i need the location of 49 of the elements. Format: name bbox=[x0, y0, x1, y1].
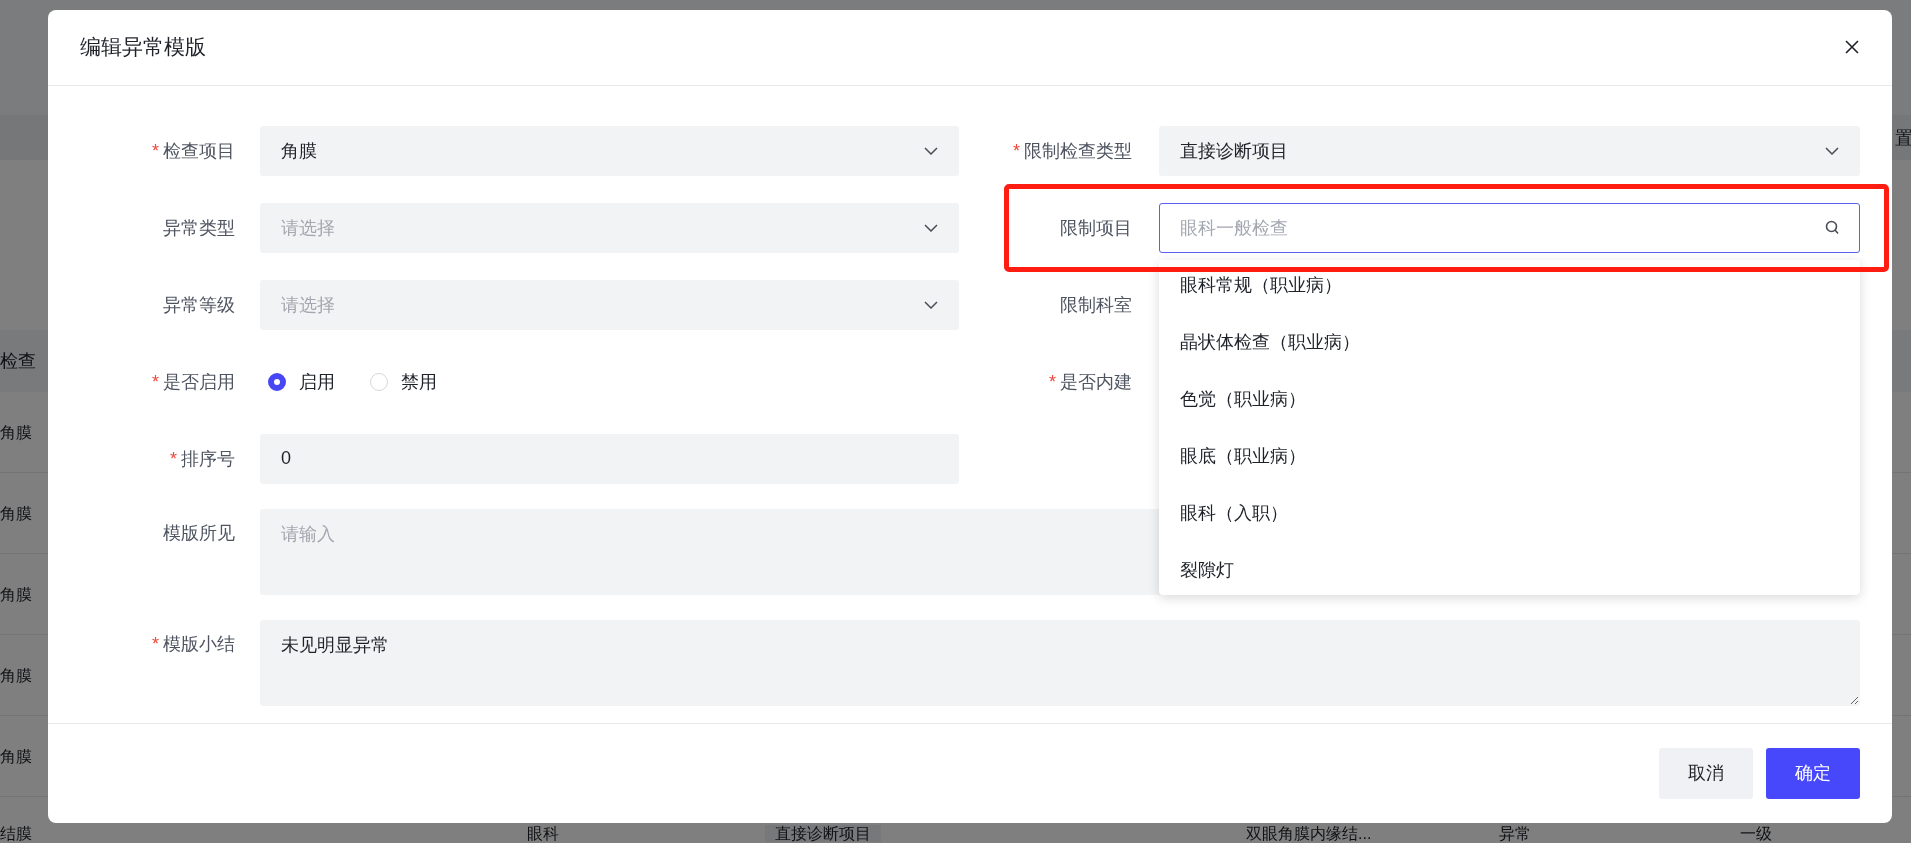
chevron-down-icon bbox=[924, 223, 938, 232]
dropdown-option[interactable]: 裂隙灯 bbox=[1159, 541, 1860, 595]
field-label: 异常类型 bbox=[163, 217, 235, 238]
table-cell: 结膜 bbox=[0, 825, 32, 842]
table-cell: 双眼角膜内缘结... bbox=[1246, 825, 1372, 842]
dropdown-option[interactable]: 眼科常规（职业病） bbox=[1159, 259, 1860, 314]
required-mark: * bbox=[152, 633, 159, 654]
field-label: 限制科室 bbox=[1060, 294, 1132, 315]
confirm-button[interactable]: 确定 bbox=[1766, 747, 1860, 799]
chevron-down-icon bbox=[1825, 146, 1839, 155]
select-field[interactable]: 直接诊断项目 bbox=[1159, 125, 1860, 176]
select-field[interactable]: 角膜 bbox=[260, 125, 959, 176]
textarea-field[interactable]: 未见明显异常 bbox=[260, 619, 1860, 706]
field-label: 是否启用 bbox=[163, 371, 235, 392]
field-label: 限制项目 bbox=[1060, 217, 1132, 238]
required-mark: * bbox=[152, 140, 159, 161]
required-mark: * bbox=[152, 371, 159, 392]
field-label: 模版小结 bbox=[163, 633, 235, 654]
table-cell: 眼科 bbox=[527, 825, 559, 842]
dropdown-option[interactable]: 眼底（职业病） bbox=[1159, 427, 1860, 485]
chevron-down-icon bbox=[924, 300, 938, 309]
field-label: 是否内建 bbox=[1060, 371, 1132, 392]
table-cell: 一级 bbox=[1740, 825, 1772, 842]
radio-option[interactable]: 启用 bbox=[268, 369, 335, 394]
input-field[interactable]: 0 bbox=[260, 433, 959, 484]
search-icon bbox=[1825, 220, 1839, 236]
radio-option[interactable]: 禁用 bbox=[370, 369, 437, 394]
table-cell: 角膜 bbox=[0, 504, 32, 522]
dropdown-option[interactable]: 晶状体检查（职业病） bbox=[1159, 313, 1860, 371]
dropdown-option[interactable]: 色觉（职业病） bbox=[1159, 370, 1860, 428]
field-label: 异常等级 bbox=[163, 294, 235, 315]
table-cell: 角膜 bbox=[0, 585, 32, 603]
field-label: 检查项目 bbox=[163, 140, 235, 161]
tag: 直接诊断项目 bbox=[765, 825, 881, 842]
field-label: 限制检查类型 bbox=[1024, 140, 1132, 161]
close-icon[interactable] bbox=[1845, 40, 1859, 55]
field-label: 模版所见 bbox=[163, 522, 235, 543]
cancel-button[interactable]: 取消 bbox=[1659, 747, 1753, 799]
required-mark: * bbox=[170, 448, 177, 469]
table-cell: 角膜 bbox=[0, 747, 32, 765]
field-label: 排序号 bbox=[181, 448, 235, 469]
table-cell: 异常 bbox=[1499, 825, 1531, 842]
table-cell: 角膜 bbox=[0, 666, 32, 684]
required-mark: * bbox=[1049, 371, 1056, 392]
chevron-down-icon bbox=[924, 146, 938, 155]
table-cell: 角膜 bbox=[0, 423, 32, 441]
required-mark: * bbox=[1013, 140, 1020, 161]
dialog-title: 编辑异常模版 bbox=[80, 34, 206, 61]
column-header: 检查 bbox=[0, 350, 36, 373]
